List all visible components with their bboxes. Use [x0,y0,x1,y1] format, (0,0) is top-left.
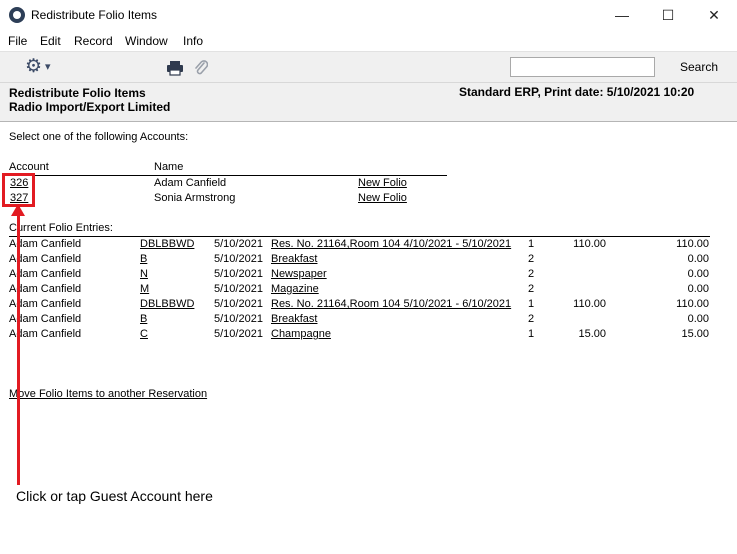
maximize-button[interactable]: ☐ [645,0,691,31]
move-folio-items-link[interactable]: Move Folio Items to another Reservation [9,388,207,400]
printer-icon[interactable] [166,60,184,76]
folio-row-total: 0.00 [687,313,709,325]
folio-row-total: 0.00 [687,253,709,265]
folio-quantity: 2 [528,268,535,280]
toolbar: ⚙ ▾ Search [0,51,737,83]
menu-record[interactable]: Record [74,34,113,48]
folio-row-total: 15.00 [681,328,709,340]
folio-quantity: 2 [528,283,535,295]
folio-quantity: 2 [528,253,535,265]
company-name: Radio Import/Export Limited [9,100,171,114]
folio-date: 5/10/2021 [214,283,263,295]
search-input[interactable] [510,57,655,77]
chevron-down-icon[interactable]: ▾ [45,60,51,73]
annotation-highlight-box [2,173,35,207]
account-name: Adam Canfield [154,177,227,189]
folio-header-rule [9,236,710,237]
folio-description-link[interactable]: Newspaper [271,268,327,280]
folio-entries-label: Current Folio Entries: [9,222,113,234]
search-button[interactable]: Search [680,60,718,74]
name-column-header: Name [154,161,184,173]
report-title: Redistribute Folio Items [9,86,146,100]
folio-row-total: 0.00 [687,268,709,280]
folio-description-link[interactable]: Res. No. 21164,Room 104 4/10/2021 - 5/10… [271,238,511,250]
folio-date: 5/10/2021 [214,253,263,265]
folio-item-code-link[interactable]: B [140,313,147,325]
folio-quantity: 1 [528,298,535,310]
new-folio-link[interactable]: New Folio [358,177,407,189]
account-name: Sonia Armstrong [154,192,236,204]
app-icon [9,7,25,23]
folio-date: 5/10/2021 [214,298,263,310]
folio-item-code-link[interactable]: DBLBBWD [140,238,194,250]
menu-edit[interactable]: Edit [40,34,61,48]
window-title: Redistribute Folio Items [31,8,158,22]
folio-description-link[interactable]: Champagne [271,328,331,340]
title-bar: Redistribute Folio Items — ☐ ✕ [0,0,737,31]
account-column-header: Account [9,161,49,173]
close-button[interactable]: ✕ [691,0,737,31]
accounts-header-rule [9,175,447,176]
folio-description-link[interactable]: Res. No. 21164,Room 104 5/10/2021 - 6/10… [271,298,511,310]
folio-item-code-link[interactable]: N [140,268,148,280]
folio-date: 5/10/2021 [214,328,263,340]
folio-unit-price: 110.00 [573,298,606,310]
accounts-prompt: Select one of the following Accounts: [9,131,189,143]
menu-window[interactable]: Window [125,34,168,48]
folio-unit-price: 15.00 [578,328,606,340]
folio-row-total: 110.00 [676,238,709,250]
attachment-icon[interactable] [194,59,208,77]
folio-quantity: 1 [528,238,535,250]
folio-description-link[interactable]: Breakfast [271,313,317,325]
annotation-text: Click or tap Guest Account here [16,488,213,504]
folio-item-code-link[interactable]: DBLBBWD [140,298,194,310]
menu-info[interactable]: Info [183,34,203,48]
print-info: Standard ERP, Print date: 5/10/2021 10:2… [459,85,695,99]
folio-row-total: 0.00 [687,283,709,295]
folio-description-link[interactable]: Magazine [271,283,319,295]
new-folio-link[interactable]: New Folio [358,192,407,204]
folio-date: 5/10/2021 [214,268,263,280]
folio-item-code-link[interactable]: M [140,283,149,295]
folio-quantity: 1 [528,328,535,340]
gear-icon[interactable]: ⚙ [25,55,42,78]
report-header: Redistribute Folio Items Radio Import/Ex… [0,82,737,122]
folio-item-code-link[interactable]: B [140,253,147,265]
folio-date: 5/10/2021 [214,313,263,325]
folio-quantity: 2 [528,313,535,325]
annotation-arrow [17,207,20,485]
minimize-button[interactable]: — [599,0,645,31]
folio-unit-price: 110.00 [573,238,606,250]
folio-item-code-link[interactable]: C [140,328,148,340]
menu-file[interactable]: File [8,34,27,48]
folio-date: 5/10/2021 [214,238,263,250]
folio-description-link[interactable]: Breakfast [271,253,317,265]
menu-bar: File Edit Record Window Info [0,31,737,51]
folio-row-total: 110.00 [676,298,709,310]
